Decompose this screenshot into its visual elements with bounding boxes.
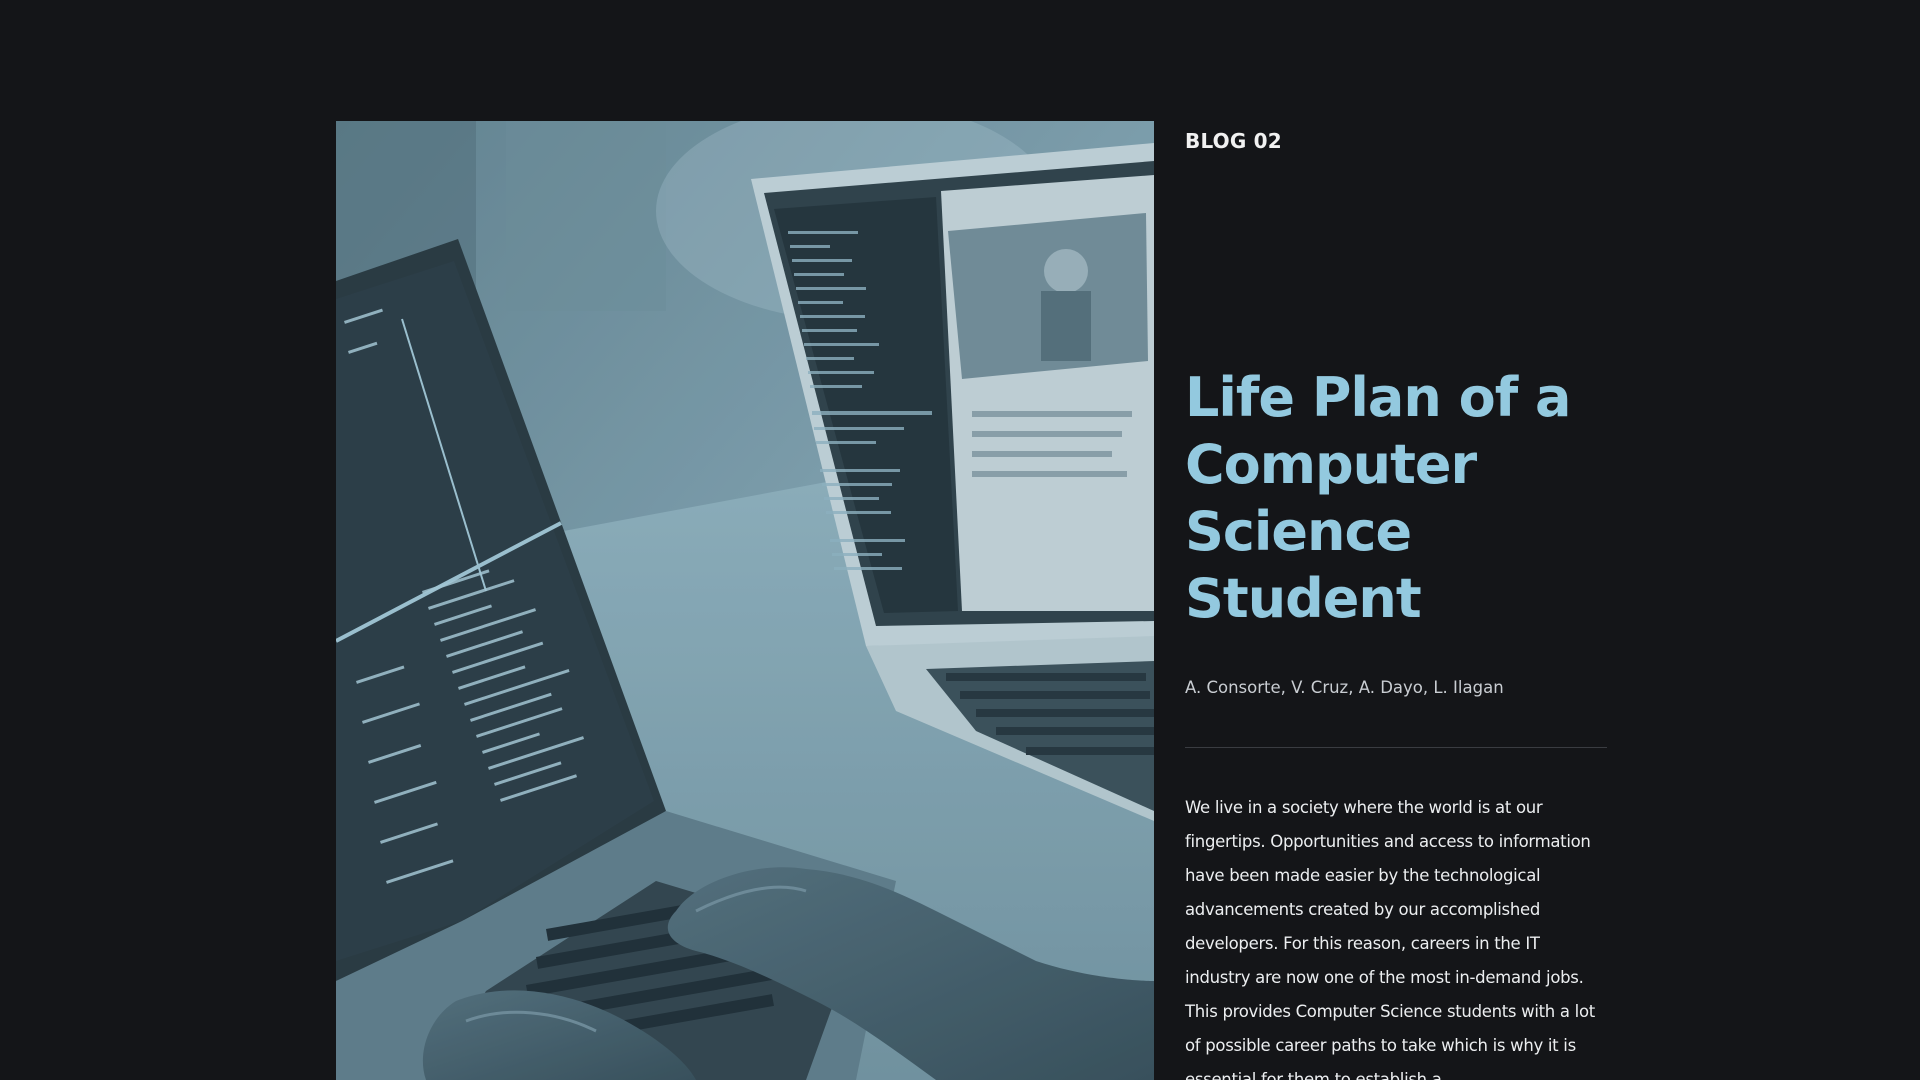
article-title: Life Plan of a Computer Science Student [1185,366,1571,630]
laptops-coding-photo-icon [336,121,1154,1080]
divider [1185,747,1607,748]
article-panel: BLOG 02 Life Plan of a Computer Science … [1185,121,1607,1080]
article-body: We live in a society where the world is … [1185,798,1595,1080]
hero-image [336,121,1154,1080]
blog-page: BLOG 02 Life Plan of a Computer Science … [0,0,1920,1080]
article-authors: A. Consorte, V. Cruz, A. Dayo, L. Ilagan [1185,678,1504,697]
blog-number: BLOG 02 [1185,129,1282,153]
